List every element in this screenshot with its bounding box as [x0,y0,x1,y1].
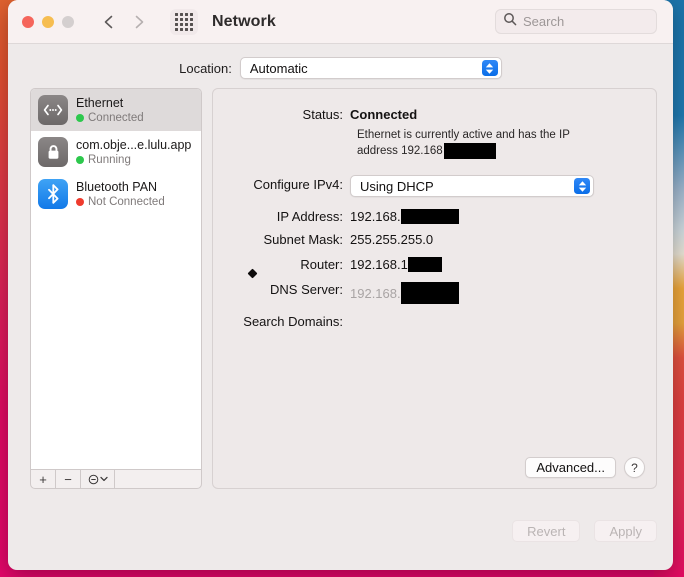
router-value-wrap: 192.168.1 [350,255,442,273]
detail-bottom-buttons: Advanced... ? [525,457,645,478]
location-row: Location: Automatic [8,44,673,82]
sidebar-item-status-label: Not Connected [88,195,165,208]
subnet-mask-value: 255.255.255.0 [350,232,434,248]
status-label: Status: [302,107,343,122]
back-chevron-icon[interactable] [100,13,118,31]
apply-button[interactable]: Apply [594,520,657,542]
subnet-mask-label: Subnet Mask: [263,232,344,248]
configure-ipv4-row: Configure IPv4: Using DHCP [213,175,656,198]
location-selected-value: Automatic [249,60,308,76]
revert-button[interactable]: Revert [512,520,581,542]
redaction-box-ip-address [400,209,459,225]
dns-server-value: 192.168. [350,285,401,301]
service-list[interactable]: Ethernet Connected com.obje...e.lulu.app… [30,88,202,470]
minimize-window-button[interactable] [42,15,54,28]
ip-address-label: IP Address: [276,209,343,225]
window-footer-buttons: Revert Apply [512,520,657,542]
redaction-box-dns-server [400,282,459,305]
status-dot-red [76,197,84,206]
sidebar-item-ethernet[interactable]: Ethernet Connected [31,89,201,131]
chevron-up-down-icon[interactable] [481,60,498,76]
ip-address-value: 192.168. [350,209,401,225]
bluetooth-icon [38,179,68,209]
sidebar-item-bluetooth-pan[interactable]: Bluetooth PAN Not Connected [31,173,201,215]
location-label: Location: [179,60,232,76]
dns-server-row: DNS Server: 192.168. [213,280,656,305]
content-area: Ethernet Connected com.obje...e.lulu.app… [8,82,673,489]
configure-ipv4-selected-value: Using DHCP [360,178,434,194]
router-row: Router: 192.168.1 [213,255,656,273]
forward-chevron-icon[interactable] [130,13,148,31]
status-value: Connected [350,107,418,122]
traffic-light-buttons [22,15,74,28]
grid-icon [175,12,193,31]
search-placeholder: Search [523,14,565,29]
service-detail-panel: Status: Connected Ethernet is currently … [212,88,657,489]
search-domains-row: Search Domains: [213,312,656,329]
sidebar-item-label: Ethernet [76,95,124,110]
redaction-box-status [443,143,496,159]
sidebar-item-status: Not Connected [76,195,165,209]
window-titlebar: Network Search [8,0,673,44]
show-all-preferences-button[interactable] [170,8,198,35]
status-dot-green [76,155,84,164]
network-preferences-window: Network Search Location: Automatic Ether… [8,0,673,570]
sidebar-item-status-label: Connected [88,111,144,124]
status-row: Status: Connected [213,105,656,122]
router-value: 192.168.1 [350,257,408,273]
sidebar-item-text: Ethernet Connected [76,96,144,125]
configure-ipv4-select[interactable]: Using DHCP [350,175,594,198]
chevron-up-down-icon[interactable] [574,178,590,195]
subnet-mask-row: Subnet Mask: 255.255.255.0 [213,230,656,247]
sidebar-item-status: Connected [76,111,144,125]
add-service-button[interactable]: + [31,470,56,488]
redaction-box-router [407,257,442,273]
configure-ipv4-label: Configure IPv4: [253,177,343,193]
service-list-panel: Ethernet Connected com.obje...e.lulu.app… [30,88,202,489]
remove-service-button[interactable]: − [56,470,81,488]
sidebar-item-label: Bluetooth PAN [76,179,158,194]
dns-server-value-wrap[interactable]: 192.168. [350,280,459,305]
chevron-down-icon [99,476,108,482]
location-select[interactable]: Automatic [239,57,502,79]
sidebar-item-label: com.obje...e.lulu.app [76,137,192,152]
zoom-window-button[interactable] [62,15,74,28]
advanced-button[interactable]: Advanced... [525,457,616,478]
service-list-toolbar: + − [30,470,202,489]
service-action-menu-button[interactable] [81,470,115,488]
sidebar-item-text: com.obje...e.lulu.app Running [76,138,191,167]
search-input[interactable]: Search [495,9,657,34]
sidebar-item-status: Running [76,153,191,167]
navigation-arrows [100,13,148,31]
sidebar-item-lulu-app[interactable]: com.obje...e.lulu.app Running [31,131,201,173]
status-dot-green [76,113,84,122]
status-description: Ethernet is currently active and has the… [357,128,572,159]
help-button[interactable]: ? [624,457,645,478]
search-domains-label: Search Domains: [243,314,343,330]
router-label: Router: [300,257,343,273]
lock-icon [38,137,68,167]
sidebar-item-status-label: Running [88,153,131,166]
ip-address-value-wrap: 192.168. [350,207,459,225]
gear-icon [88,474,99,485]
ip-address-row: IP Address: 192.168. [213,207,656,225]
page-title: Network [212,12,276,30]
ethernet-icon [38,95,68,125]
sidebar-item-text: Bluetooth PAN Not Connected [76,180,165,209]
close-window-button[interactable] [22,15,34,28]
dns-server-label: DNS Server: [270,282,343,298]
search-icon [503,12,517,31]
desktop-wallpaper: Network Search Location: Automatic Ether… [0,0,684,577]
